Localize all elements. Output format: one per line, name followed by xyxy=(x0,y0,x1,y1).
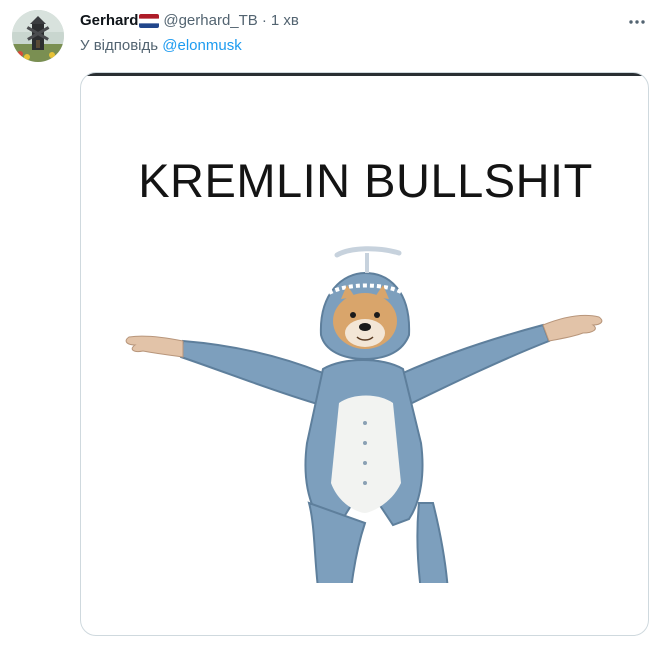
separator-dot: · xyxy=(261,12,267,29)
more-options-button[interactable] xyxy=(625,10,649,34)
tweet-media[interactable]: KREMLIN BULLSHIT xyxy=(80,72,649,636)
more-horizontal-icon xyxy=(629,20,645,24)
author-handle[interactable]: @gerhard_TB xyxy=(163,11,257,31)
meme-caption: KREMLIN BULLSHIT xyxy=(138,154,593,207)
reply-context: У відповідь @elonmusk xyxy=(80,36,242,56)
reply-prefix: У відповідь xyxy=(80,37,159,54)
avatar-image xyxy=(12,10,64,62)
tweet-header: Gerhard @gerhard_TB · 1 хв xyxy=(80,11,299,31)
netherlands-flag-icon xyxy=(139,14,160,28)
media-top-edge xyxy=(81,73,648,76)
meme-figure-image xyxy=(125,246,603,583)
reply-mention-link[interactable]: @elonmusk xyxy=(162,37,241,54)
timestamp[interactable]: 1 хв xyxy=(271,11,299,31)
avatar[interactable] xyxy=(12,10,64,62)
tweet[interactable]: Gerhard @gerhard_TB · 1 хв У відповідь @… xyxy=(0,0,661,645)
author-name[interactable]: Gerhard xyxy=(80,11,138,31)
